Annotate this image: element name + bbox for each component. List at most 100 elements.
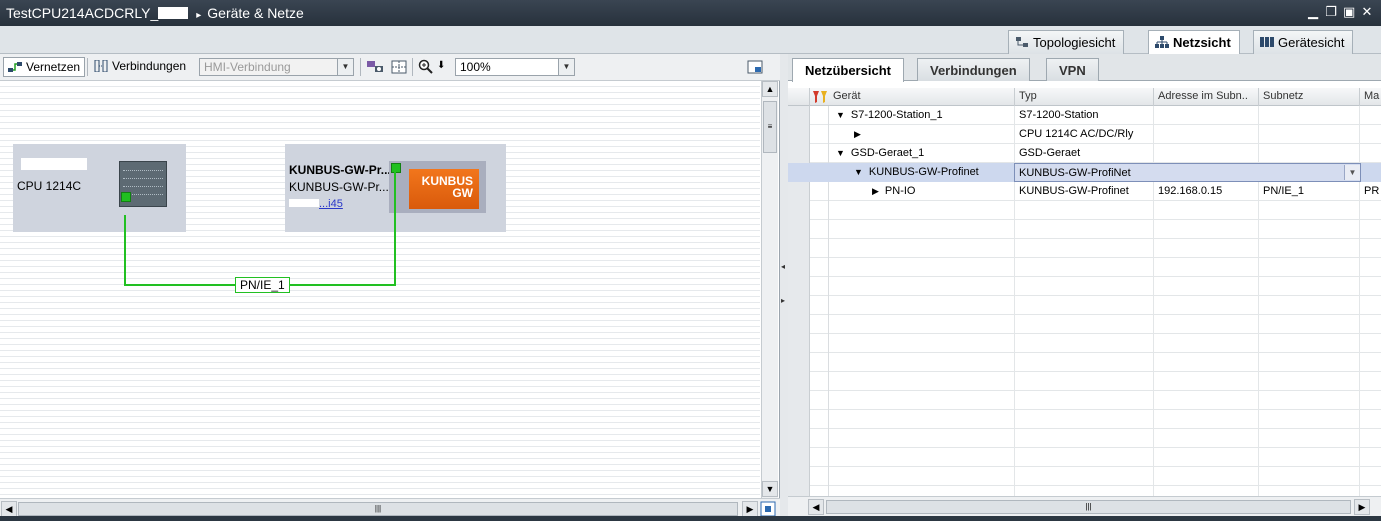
device-cell: ▼ GSD-Geraet_1 bbox=[832, 144, 1015, 163]
scroll-left-icon[interactable]: ◀ bbox=[808, 499, 824, 515]
toolbar-divider bbox=[360, 58, 361, 76]
device-cell: ▶ bbox=[850, 125, 1015, 144]
redacted-block bbox=[866, 128, 937, 137]
zoom-menu-icon[interactable]: ⬇ bbox=[437, 60, 445, 71]
page-break-icon[interactable] bbox=[391, 60, 407, 74]
network-overview-pane: Netzübersicht Verbindungen VPN Gerät Typ… bbox=[788, 54, 1381, 521]
zoom-icon[interactable] bbox=[418, 59, 434, 75]
expand-right-icon[interactable]: ▸ bbox=[781, 296, 785, 305]
type-cell: KUNBUS-GW-ProfiNet bbox=[1019, 167, 1131, 179]
redacted-block bbox=[21, 158, 87, 170]
collapse-icon[interactable]: ▼ bbox=[836, 110, 845, 120]
connections-icon bbox=[94, 60, 108, 72]
device-cell: ▶ PN-IO bbox=[868, 182, 1015, 201]
redacted-block bbox=[289, 199, 319, 207]
device-icon bbox=[1260, 37, 1274, 47]
expand-icon[interactable]: ▶ bbox=[872, 186, 879, 196]
scroll-left-icon[interactable]: ◀ bbox=[1, 501, 17, 517]
collapse-icon[interactable]: ▼ bbox=[854, 167, 863, 177]
cpu-device-label: CPU 1214C bbox=[17, 179, 82, 193]
subnet-label[interactable]: PN/IE_1 bbox=[235, 277, 290, 293]
show-address-icon[interactable] bbox=[366, 60, 384, 74]
type-cell: KUNBUS-GW-Profinet bbox=[1019, 185, 1129, 197]
gateway-type: KUNBUS-GW-Pr... bbox=[289, 180, 389, 194]
column-header-address[interactable]: Adresse im Subn.. bbox=[1154, 88, 1259, 106]
gateway-profinet-port[interactable] bbox=[391, 163, 401, 173]
chevron-down-icon: ▼ bbox=[558, 59, 574, 75]
network-toolbar: Vernetzen Verbindungen HMI-Verbindung ▼ … bbox=[0, 54, 780, 81]
network-line-cpu[interactable] bbox=[124, 215, 126, 285]
column-header-master[interactable]: Ma bbox=[1360, 88, 1381, 106]
restore-icon[interactable]: ❐ bbox=[1325, 5, 1337, 19]
tab-label: Topologiesicht bbox=[1033, 35, 1116, 50]
tab-connections[interactable]: Verbindungen bbox=[917, 58, 1030, 81]
table-body: ▼ S7-1200-Station_1 S7-1200-Station ▶ CPU… bbox=[788, 106, 1381, 496]
column-header-device[interactable]: Gerät bbox=[829, 88, 1015, 106]
filter-icon[interactable] bbox=[812, 90, 828, 104]
minimize-icon[interactable]: ▁ bbox=[1307, 5, 1319, 19]
table-row-selected[interactable]: ▼ KUNBUS-GW-Profinet KUNBUS-GW-ProfiNet ▼ bbox=[788, 163, 1381, 182]
canvas-overview-icon[interactable] bbox=[760, 501, 776, 517]
tab-label: Netzsicht bbox=[1173, 35, 1231, 50]
cpu-profinet-port[interactable] bbox=[121, 192, 131, 202]
chevron-down-icon[interactable]: ▼ bbox=[1344, 165, 1360, 180]
zoom-select[interactable]: 100% ▼ bbox=[455, 58, 575, 76]
table-row[interactable]: ▶ PN-IO KUNBUS-GW-Profinet 192.168.0.15 P… bbox=[788, 182, 1381, 201]
network-line-gateway[interactable] bbox=[394, 169, 396, 286]
topology-icon bbox=[1016, 37, 1028, 47]
address-cell: 192.168.0.15 bbox=[1158, 185, 1223, 197]
table-row[interactable]: ▼ S7-1200-Station_1 S7-1200-Station bbox=[788, 106, 1381, 125]
scroll-right-icon[interactable]: ▶ bbox=[742, 501, 758, 517]
table-row[interactable]: ▶ CPU 1214C AC/DC/Rly bbox=[788, 125, 1381, 144]
logo-line-2: GW bbox=[452, 186, 473, 200]
scroll-right-icon[interactable]: ▶ bbox=[1354, 499, 1370, 515]
scroll-thumb[interactable]: ||| bbox=[826, 500, 1351, 514]
scroll-down-icon[interactable]: ▼ bbox=[762, 481, 778, 497]
type-cell: GSD-Geraet bbox=[1019, 147, 1081, 159]
cpu-device-card[interactable]: CPU 1214C bbox=[13, 144, 186, 232]
expand-icon[interactable]: ▶ bbox=[854, 129, 861, 139]
gateway-io-system-link[interactable]: ...i45 bbox=[289, 198, 343, 210]
canvas-horizontal-scrollbar[interactable]: ◀ ||| ▶ bbox=[0, 498, 780, 518]
header-row-selector bbox=[788, 88, 810, 106]
type-cell: CPU 1214C AC/DC/Rly bbox=[1019, 128, 1134, 140]
type-select[interactable]: KUNBUS-GW-ProfiNet ▼ bbox=[1014, 163, 1361, 182]
table-horizontal-scrollbar[interactable]: ◀ ||| ▶ bbox=[788, 496, 1381, 516]
device-cell: ▼ S7-1200-Station_1 bbox=[832, 106, 1015, 125]
tab-label: Gerätesicht bbox=[1278, 35, 1345, 50]
connections-button[interactable]: Verbindungen bbox=[90, 57, 190, 77]
table-row[interactable]: ▼ GSD-Geraet_1 GSD-Geraet bbox=[788, 144, 1381, 163]
network-view-pane: Vernetzen Verbindungen HMI-Verbindung ▼ … bbox=[0, 54, 780, 521]
scroll-up-icon[interactable]: ▲ bbox=[762, 81, 778, 97]
device-cell: ▼ KUNBUS-GW-Profinet bbox=[850, 163, 1015, 182]
overview-navigation-icon[interactable] bbox=[747, 59, 763, 75]
tab-vpn[interactable]: VPN bbox=[1046, 58, 1099, 81]
project-name[interactable]: TestCPU214ACDCRLY_ bbox=[6, 5, 158, 21]
tab-network-view[interactable]: Netzsicht bbox=[1148, 30, 1240, 55]
collapse-left-icon[interactable]: ◂ bbox=[781, 262, 785, 271]
network-connect-icon bbox=[8, 62, 22, 72]
tab-topology-view[interactable]: Topologiesicht bbox=[1008, 30, 1125, 54]
column-header-subnet[interactable]: Subnetz bbox=[1259, 88, 1360, 106]
maximize-icon[interactable]: ▣ bbox=[1343, 5, 1355, 19]
view-tabs: Topologiesicht Netzsicht Gerätesicht bbox=[0, 26, 1381, 55]
type-cell: S7-1200-Station bbox=[1019, 109, 1099, 121]
tab-network-overview[interactable]: Netzübersicht bbox=[792, 58, 904, 82]
device-name: S7-1200-Station_1 bbox=[850, 109, 943, 121]
close-icon[interactable]: ✕ bbox=[1361, 5, 1373, 19]
network-overview-table: Gerät Typ Adresse im Subn.. Subnetz Ma ▼… bbox=[788, 88, 1381, 496]
connection-type-select[interactable]: HMI-Verbindung ▼ bbox=[199, 58, 354, 76]
scroll-thumb[interactable]: ||| bbox=[18, 502, 738, 516]
scroll-thumb[interactable]: ≡ bbox=[763, 101, 777, 153]
network-canvas[interactable]: CPU 1214C KUNBUS-GW-Pr... KUNBUS-GW-Pr..… bbox=[0, 81, 760, 498]
connect-network-button[interactable]: Vernetzen bbox=[3, 57, 86, 77]
pane-splitter[interactable]: ◂ ▸ bbox=[780, 54, 788, 521]
device-name: KUNBUS-GW-Profinet bbox=[868, 166, 979, 178]
canvas-vertical-scrollbar[interactable]: ▲ ≡ ▼ bbox=[761, 81, 778, 498]
redacted-block bbox=[158, 7, 189, 19]
column-header-type[interactable]: Typ bbox=[1015, 88, 1154, 106]
collapse-icon[interactable]: ▼ bbox=[836, 148, 845, 158]
zoom-value: 100% bbox=[460, 60, 491, 74]
tab-device-view[interactable]: Gerätesicht bbox=[1253, 30, 1354, 54]
breadcrumb: TestCPU214ACDCRLY_ ▸ Geräte & Netze bbox=[6, 5, 304, 21]
